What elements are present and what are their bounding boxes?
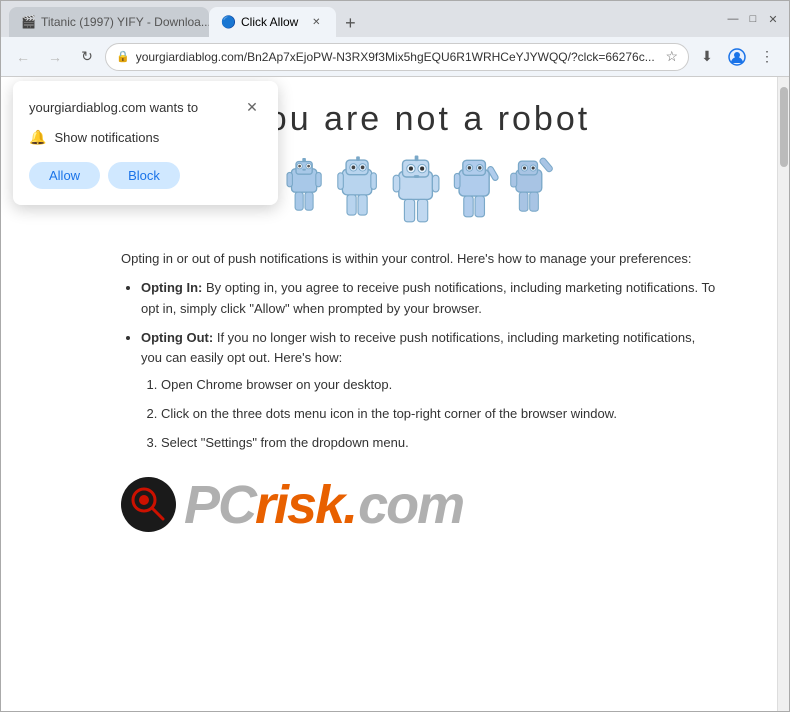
bullet1-bold: Opting In: [141, 280, 202, 295]
maximize-button[interactable]: □ [745, 11, 761, 27]
tab2-close[interactable]: ✕ [308, 14, 324, 30]
url-bar[interactable]: 🔒 yourgiardiablog.com/Bn2Ap7xEjoPW-N3RX9… [105, 43, 689, 71]
back-button[interactable]: ← [9, 43, 37, 71]
pc-text: PC [184, 475, 255, 535]
title-bar: 🎬 Titanic (1997) YIFY - Downloa... ✕ 🔵 C… [1, 1, 789, 37]
pcrisk-magnifier-icon [129, 485, 169, 525]
tab1-label: Titanic (1997) YIFY - Downloa... [41, 15, 209, 29]
numbered-list: Open Chrome browser on your desktop. Cli… [141, 375, 717, 453]
robot4-svg [450, 149, 502, 229]
popup-notification-text: Show notifications [54, 130, 159, 145]
body-text: Opting in or out of push notifications i… [121, 249, 717, 453]
allow-button[interactable]: Allow [29, 162, 100, 189]
bullet-item-2: Opting Out: If you no longer wish to rec… [141, 328, 717, 454]
popup-title: yourgiardiablog.com wants to [29, 100, 198, 115]
scrollbar[interactable] [777, 77, 789, 711]
profile-icon[interactable] [723, 43, 751, 71]
footer-logo: PCrisk.com [121, 474, 717, 536]
url-text: yourgiardiablog.com/Bn2Ap7xEjoPW-N3RX9f3… [136, 50, 660, 64]
tab2-label: Click Allow [241, 15, 298, 29]
dot-text: . [343, 475, 358, 535]
window-controls: — □ ✕ [725, 11, 781, 27]
numbered-item-2: Click on the three dots menu icon in the… [161, 404, 717, 425]
numbered-item-3: Select "Settings" from the dropdown menu… [161, 433, 717, 454]
popup-close-button[interactable]: ✕ [242, 97, 262, 117]
refresh-button[interactable]: ↻ [73, 43, 101, 71]
pcrisk-icon-circle [121, 477, 176, 532]
tabs-area: 🎬 Titanic (1997) YIFY - Downloa... ✕ 🔵 C… [9, 1, 717, 37]
block-button[interactable]: Block [108, 162, 180, 189]
tab-clickallow[interactable]: 🔵 Click Allow ✕ [209, 7, 336, 37]
menu-icon[interactable]: ⋮ [753, 43, 781, 71]
minimize-button[interactable]: — [725, 11, 741, 27]
bullet2-bold: Opting Out: [141, 330, 213, 345]
new-tab-button[interactable]: + [336, 9, 364, 37]
bullet2-text: If you no longer wish to receive push no… [141, 330, 695, 366]
address-bar: ← → ↻ 🔒 yourgiardiablog.com/Bn2Ap7xEjoPW… [1, 37, 789, 77]
robot5-svg [506, 149, 556, 225]
toolbar-icons: ⬇ ⋮ [693, 43, 781, 71]
bell-icon: 🔔 [29, 129, 46, 146]
pcrisk-logo-text: PCrisk.com [184, 474, 463, 536]
bookmark-icon[interactable]: ☆ [665, 48, 678, 65]
robot3-svg [388, 149, 446, 233]
tab1-favicon: 🎬 [21, 15, 35, 29]
bullet1-text: By opting in, you agree to receive push … [141, 280, 715, 316]
scrollbar-thumb[interactable] [780, 87, 788, 167]
forward-button[interactable]: → [41, 43, 69, 71]
notification-popup: yourgiardiablog.com wants to ✕ 🔔 Show no… [13, 81, 278, 205]
com-text: com [358, 475, 463, 535]
secure-icon: 🔒 [116, 50, 130, 63]
bullet-list: Opting In: By opting in, you agree to re… [121, 278, 717, 454]
robot1-svg [282, 149, 328, 221]
robot2-svg [332, 149, 384, 227]
body-paragraph: Opting in or out of push notifications i… [121, 249, 717, 270]
page-content: yourgiardiablog.com wants to ✕ 🔔 Show no… [1, 77, 777, 711]
page-area: yourgiardiablog.com wants to ✕ 🔔 Show no… [1, 77, 789, 711]
risk-text: risk [255, 475, 343, 535]
popup-buttons: Allow Block [29, 162, 262, 189]
tab-titanic[interactable]: 🎬 Titanic (1997) YIFY - Downloa... ✕ [9, 7, 209, 37]
tab2-favicon: 🔵 [221, 15, 235, 29]
close-button[interactable]: ✕ [765, 11, 781, 27]
popup-notification-row: 🔔 Show notifications [29, 129, 262, 146]
bullet-item-1: Opting In: By opting in, you agree to re… [141, 278, 717, 320]
numbered-item-1: Open Chrome browser on your desktop. [161, 375, 717, 396]
popup-header: yourgiardiablog.com wants to ✕ [29, 97, 262, 117]
download-icon[interactable]: ⬇ [693, 43, 721, 71]
browser-window: 🎬 Titanic (1997) YIFY - Downloa... ✕ 🔵 C… [0, 0, 790, 712]
